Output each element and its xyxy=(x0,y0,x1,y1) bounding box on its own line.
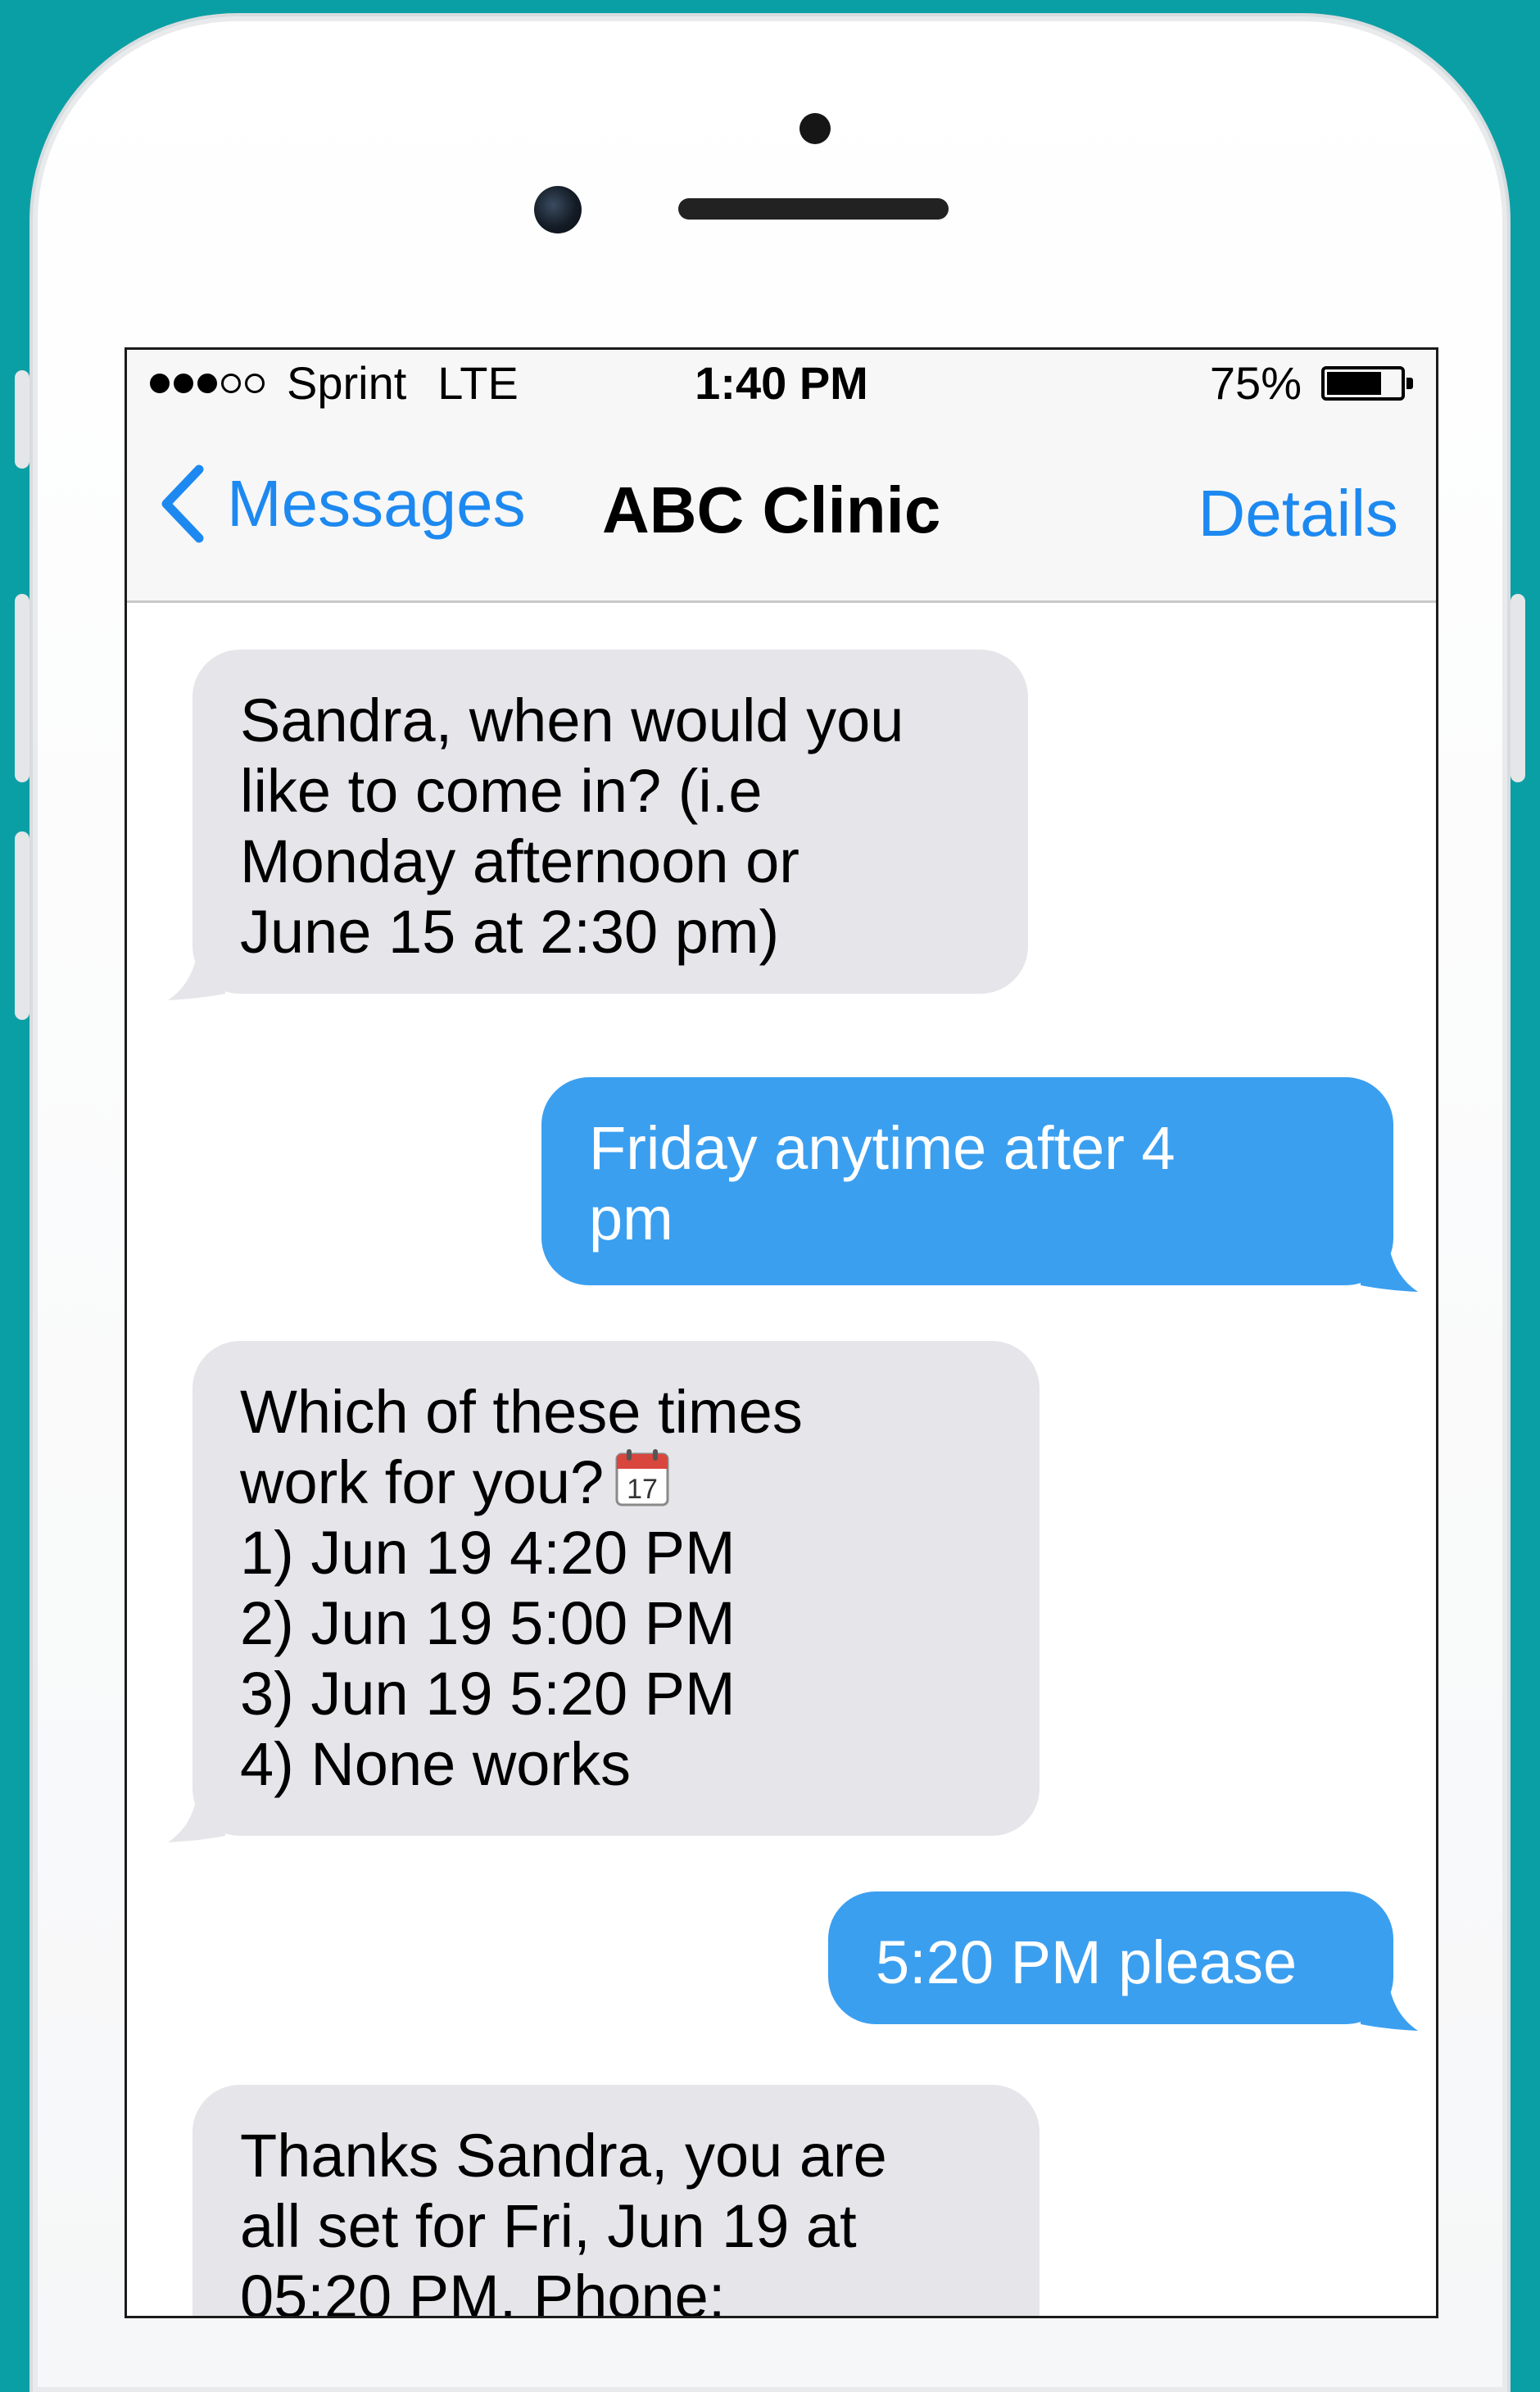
earpiece-speaker xyxy=(678,198,949,220)
calendar-icon-date: 17 xyxy=(627,1474,658,1505)
calendar-icon: 17 xyxy=(615,1449,669,1506)
message-line: 1) Jun 19 4:20 PM xyxy=(240,1519,736,1587)
message-line: 3) Jun 19 5:20 PM xyxy=(240,1660,736,1728)
front-camera xyxy=(534,186,582,233)
message-line: Thanks Sandra, you are xyxy=(240,2122,887,2190)
battery-fill xyxy=(1327,371,1381,395)
details-button[interactable]: Details xyxy=(1198,476,1398,551)
message-bubble-outgoing[interactable]: Friday anytime after 4 pm xyxy=(541,1077,1418,1292)
status-bar: Sprint LTE 1:40 PM 75% xyxy=(127,350,1436,415)
message-line: 2) Jun 19 5:00 PM xyxy=(240,1589,736,1657)
message-text: work for you? xyxy=(240,1448,605,1516)
bubble-tail xyxy=(168,951,225,1000)
back-to-messages-button[interactable]: Messages xyxy=(156,463,526,545)
battery-percent: 75% xyxy=(1209,357,1302,409)
phone-screen: Sprint LTE 1:40 PM 75% Messages ABC Clin… xyxy=(125,347,1438,2318)
conversation-title: ABC Clinic xyxy=(602,473,941,546)
message-bubble-incoming[interactable]: Which of these times work for you? 17 1)… xyxy=(168,1341,1040,1842)
navigation-bar: Messages ABC Clinic Details xyxy=(127,415,1436,603)
message-line: like to come in? (i.e xyxy=(240,757,763,825)
message-line: June 15 at 2:30 pm) xyxy=(240,898,780,966)
battery-icon xyxy=(1321,365,1413,401)
status-right: 75% xyxy=(1209,356,1413,410)
volume-down-button xyxy=(15,831,29,1020)
message-line: Friday anytime after 4 xyxy=(589,1114,1175,1182)
volume-up-button xyxy=(15,594,29,782)
message-line: 4) None works xyxy=(240,1730,632,1798)
message-line: 05:20 PM. Phone: xyxy=(240,2263,726,2318)
message-bubble-incoming[interactable]: Sandra, when would you like to come in? … xyxy=(168,650,1028,1000)
message-line: Which of these times xyxy=(240,1378,803,1446)
bubble-tail xyxy=(168,1793,225,1842)
battery-tip xyxy=(1406,377,1413,389)
message-bubble-incoming[interactable]: Thanks Sandra, you are all set for Fri, … xyxy=(192,2085,1040,2318)
back-button-label: Messages xyxy=(227,467,526,540)
message-line: all set for Fri, Jun 19 at xyxy=(240,2192,857,2260)
message-line: 5:20 PM please xyxy=(876,1928,1298,1996)
bubble-tail xyxy=(1361,1243,1418,1292)
message-line: work for you? 17 xyxy=(240,1447,995,1518)
bubble-tail xyxy=(1361,1982,1418,2031)
proximity-sensor xyxy=(799,113,831,144)
chevron-left-icon xyxy=(161,464,204,543)
message-line: pm xyxy=(589,1185,673,1253)
message-line: Monday afternoon or xyxy=(240,827,799,895)
power-button xyxy=(1511,594,1525,782)
mute-switch xyxy=(15,370,29,469)
message-bubble-outgoing[interactable]: 5:20 PM please xyxy=(828,1891,1418,2031)
message-line: Sandra, when would you xyxy=(240,686,904,754)
